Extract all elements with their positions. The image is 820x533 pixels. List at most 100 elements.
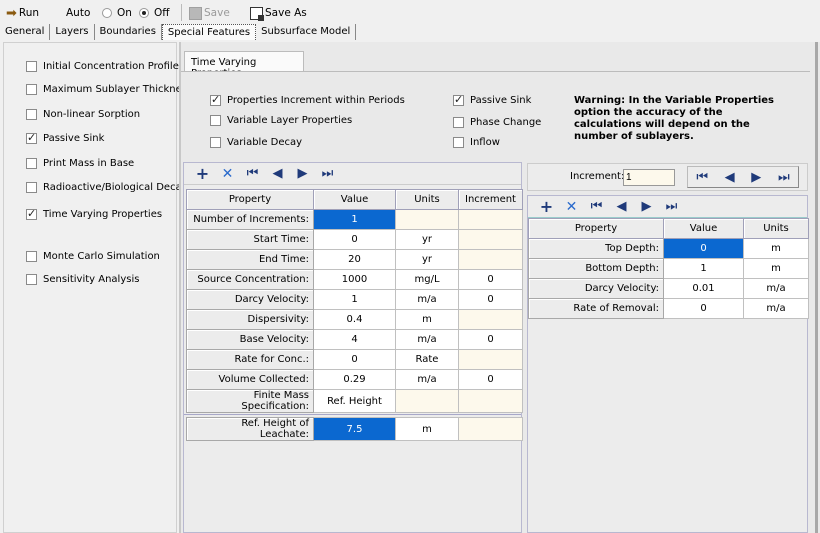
units-cell[interactable]: Rate	[395, 349, 459, 370]
first-record-icon[interactable]: ⏮	[240, 166, 265, 181]
value-cell[interactable]: 0	[313, 349, 396, 370]
layer-grid-navigator: + ✕ ⏮ ◀ ▶ ⏭	[528, 196, 807, 218]
radio-icon	[102, 8, 112, 18]
checkbox-icon	[26, 109, 37, 120]
checkbox-checked-icon	[26, 207, 37, 220]
option-passive-sink[interactable]: Passive Sink	[453, 93, 531, 106]
window-edge	[815, 42, 818, 533]
tab-special-features[interactable]: Special Features	[161, 24, 257, 40]
value-cell[interactable]: 1000	[313, 269, 396, 290]
property-cell: Source Concentration:	[186, 269, 314, 290]
option-variable-layer-properties[interactable]: Variable Layer Properties	[210, 115, 352, 126]
units-cell[interactable]: yr	[395, 249, 459, 270]
value-cell[interactable]: 20	[313, 249, 396, 270]
feature-print-mass-in-base[interactable]: Print Mass in Base	[26, 158, 134, 169]
value-cell[interactable]: 0.4	[313, 309, 396, 330]
units-cell[interactable]: m	[743, 258, 809, 279]
increment-cell[interactable]: 0	[458, 289, 523, 310]
checkbox-icon	[210, 115, 221, 126]
next-increment-icon[interactable]: ▶	[751, 170, 761, 185]
column-header-value: Value	[663, 218, 744, 239]
increment-cell	[458, 309, 523, 330]
next-record-icon[interactable]: ▶	[634, 199, 659, 214]
value-cell[interactable]: 1	[313, 209, 396, 230]
last-increment-icon[interactable]: ⏭	[778, 170, 790, 185]
add-icon[interactable]: +	[534, 197, 559, 216]
prior-record-icon[interactable]: ◀	[265, 166, 290, 181]
value-cell[interactable]: 0	[663, 298, 744, 319]
tab-boundaries[interactable]: Boundaries	[95, 24, 162, 40]
value-cell[interactable]: 1	[313, 289, 396, 310]
save-as-button[interactable]: Save As	[250, 5, 307, 21]
option-inflow[interactable]: Inflow	[453, 137, 500, 148]
save-button[interactable]: Save	[189, 5, 230, 21]
prior-record-icon[interactable]: ◀	[609, 199, 634, 214]
value-cell[interactable]: 4	[313, 329, 396, 350]
units-cell[interactable]: yr	[395, 229, 459, 250]
increment-input[interactable]	[623, 169, 675, 186]
units-cell[interactable]: m	[743, 238, 809, 259]
first-increment-icon[interactable]: ⏮	[696, 170, 708, 185]
increment-cell[interactable]: 0	[458, 269, 523, 290]
checkbox-icon	[26, 158, 37, 169]
tab-time-varying-properties[interactable]: Time Varying Properties	[184, 51, 304, 79]
value-cell[interactable]: 1	[663, 258, 744, 279]
units-cell[interactable]: m	[395, 417, 459, 441]
feature-maximum-sublayer-thickness[interactable]: Maximum Sublayer Thickness	[26, 84, 192, 95]
first-record-icon[interactable]: ⏮	[584, 199, 609, 214]
next-record-icon[interactable]: ▶	[290, 166, 315, 181]
value-cell[interactable]: 0.01	[663, 278, 744, 299]
add-icon[interactable]: +	[190, 164, 215, 183]
tab-layers[interactable]: Layers	[50, 24, 95, 40]
checkbox-icon	[210, 137, 221, 148]
last-record-icon[interactable]: ⏭	[315, 166, 340, 181]
increment-cell[interactable]: 0	[458, 369, 523, 390]
auto-on-radio[interactable]: On	[102, 5, 132, 21]
units-cell[interactable]: m/a	[395, 369, 459, 390]
feature-time-varying-properties[interactable]: Time Varying Properties	[26, 207, 162, 220]
main-tabs: General Layers Boundaries Special Featur…	[0, 24, 357, 41]
table-header: Property Value Units Increment	[186, 189, 523, 210]
checkbox-icon	[26, 182, 37, 193]
units-cell[interactable]: m/a	[395, 329, 459, 350]
feature-non-linear-sorption[interactable]: Non-linear Sorption	[26, 109, 140, 120]
increment-navigator: ⏮ ◀ ▶ ⏭	[687, 166, 799, 188]
increment-cell[interactable]: 0	[458, 329, 523, 350]
value-cell[interactable]: 0.29	[313, 369, 396, 390]
delete-icon[interactable]: ✕	[559, 199, 584, 215]
feature-sensitivity-analysis[interactable]: Sensitivity Analysis	[26, 274, 139, 285]
value-cell[interactable]: 0	[663, 238, 744, 259]
delete-icon[interactable]: ✕	[215, 166, 240, 182]
property-cell: End Time:	[186, 249, 314, 270]
value-cell[interactable]: Ref. Height	[313, 389, 396, 413]
radio-selected-icon	[139, 8, 149, 18]
increment-cell	[458, 349, 523, 370]
units-cell[interactable]: m/a	[395, 289, 459, 310]
grid-navigator: + ✕ ⏮ ◀ ▶ ⏭	[184, 163, 521, 185]
tab-general[interactable]: General	[0, 24, 51, 40]
units-cell[interactable]: m/a	[743, 278, 809, 299]
value-cell[interactable]: 7.5	[313, 417, 396, 441]
last-record-icon[interactable]: ⏭	[659, 199, 684, 214]
run-button[interactable]: ➡ Run	[6, 5, 39, 21]
increment-cell	[458, 389, 523, 413]
feature-initial-concentration-profile[interactable]: Initial Concentration Profile	[26, 61, 179, 72]
feature-passive-sink[interactable]: Passive Sink	[26, 131, 104, 144]
increment-label: Increment:	[570, 171, 625, 182]
option-variable-decay[interactable]: Variable Decay	[210, 137, 302, 148]
property-cell: Start Time:	[186, 229, 314, 250]
prior-increment-icon[interactable]: ◀	[725, 170, 735, 185]
table-row: Finite Mass Specification: Ref. Height	[186, 389, 523, 413]
units-cell[interactable]: m/a	[743, 298, 809, 319]
option-phase-change[interactable]: Phase Change	[453, 117, 541, 128]
option-properties-increment[interactable]: Properties Increment within Periods	[210, 93, 405, 106]
table-row: Start Time: 0 yr	[186, 229, 523, 250]
units-cell[interactable]: m	[395, 309, 459, 330]
value-cell[interactable]: 0	[313, 229, 396, 250]
auto-off-radio[interactable]: Off	[139, 5, 170, 21]
feature-radioactive-biological-decay[interactable]: Radioactive/Biological Decay	[26, 182, 188, 193]
feature-monte-carlo-simulation[interactable]: Monte Carlo Simulation	[26, 251, 160, 262]
table-row: Volume Collected: 0.29 m/a 0	[186, 369, 523, 390]
units-cell[interactable]: mg/L	[395, 269, 459, 290]
tab-subsurface-model[interactable]: Subsurface Model	[256, 24, 357, 40]
